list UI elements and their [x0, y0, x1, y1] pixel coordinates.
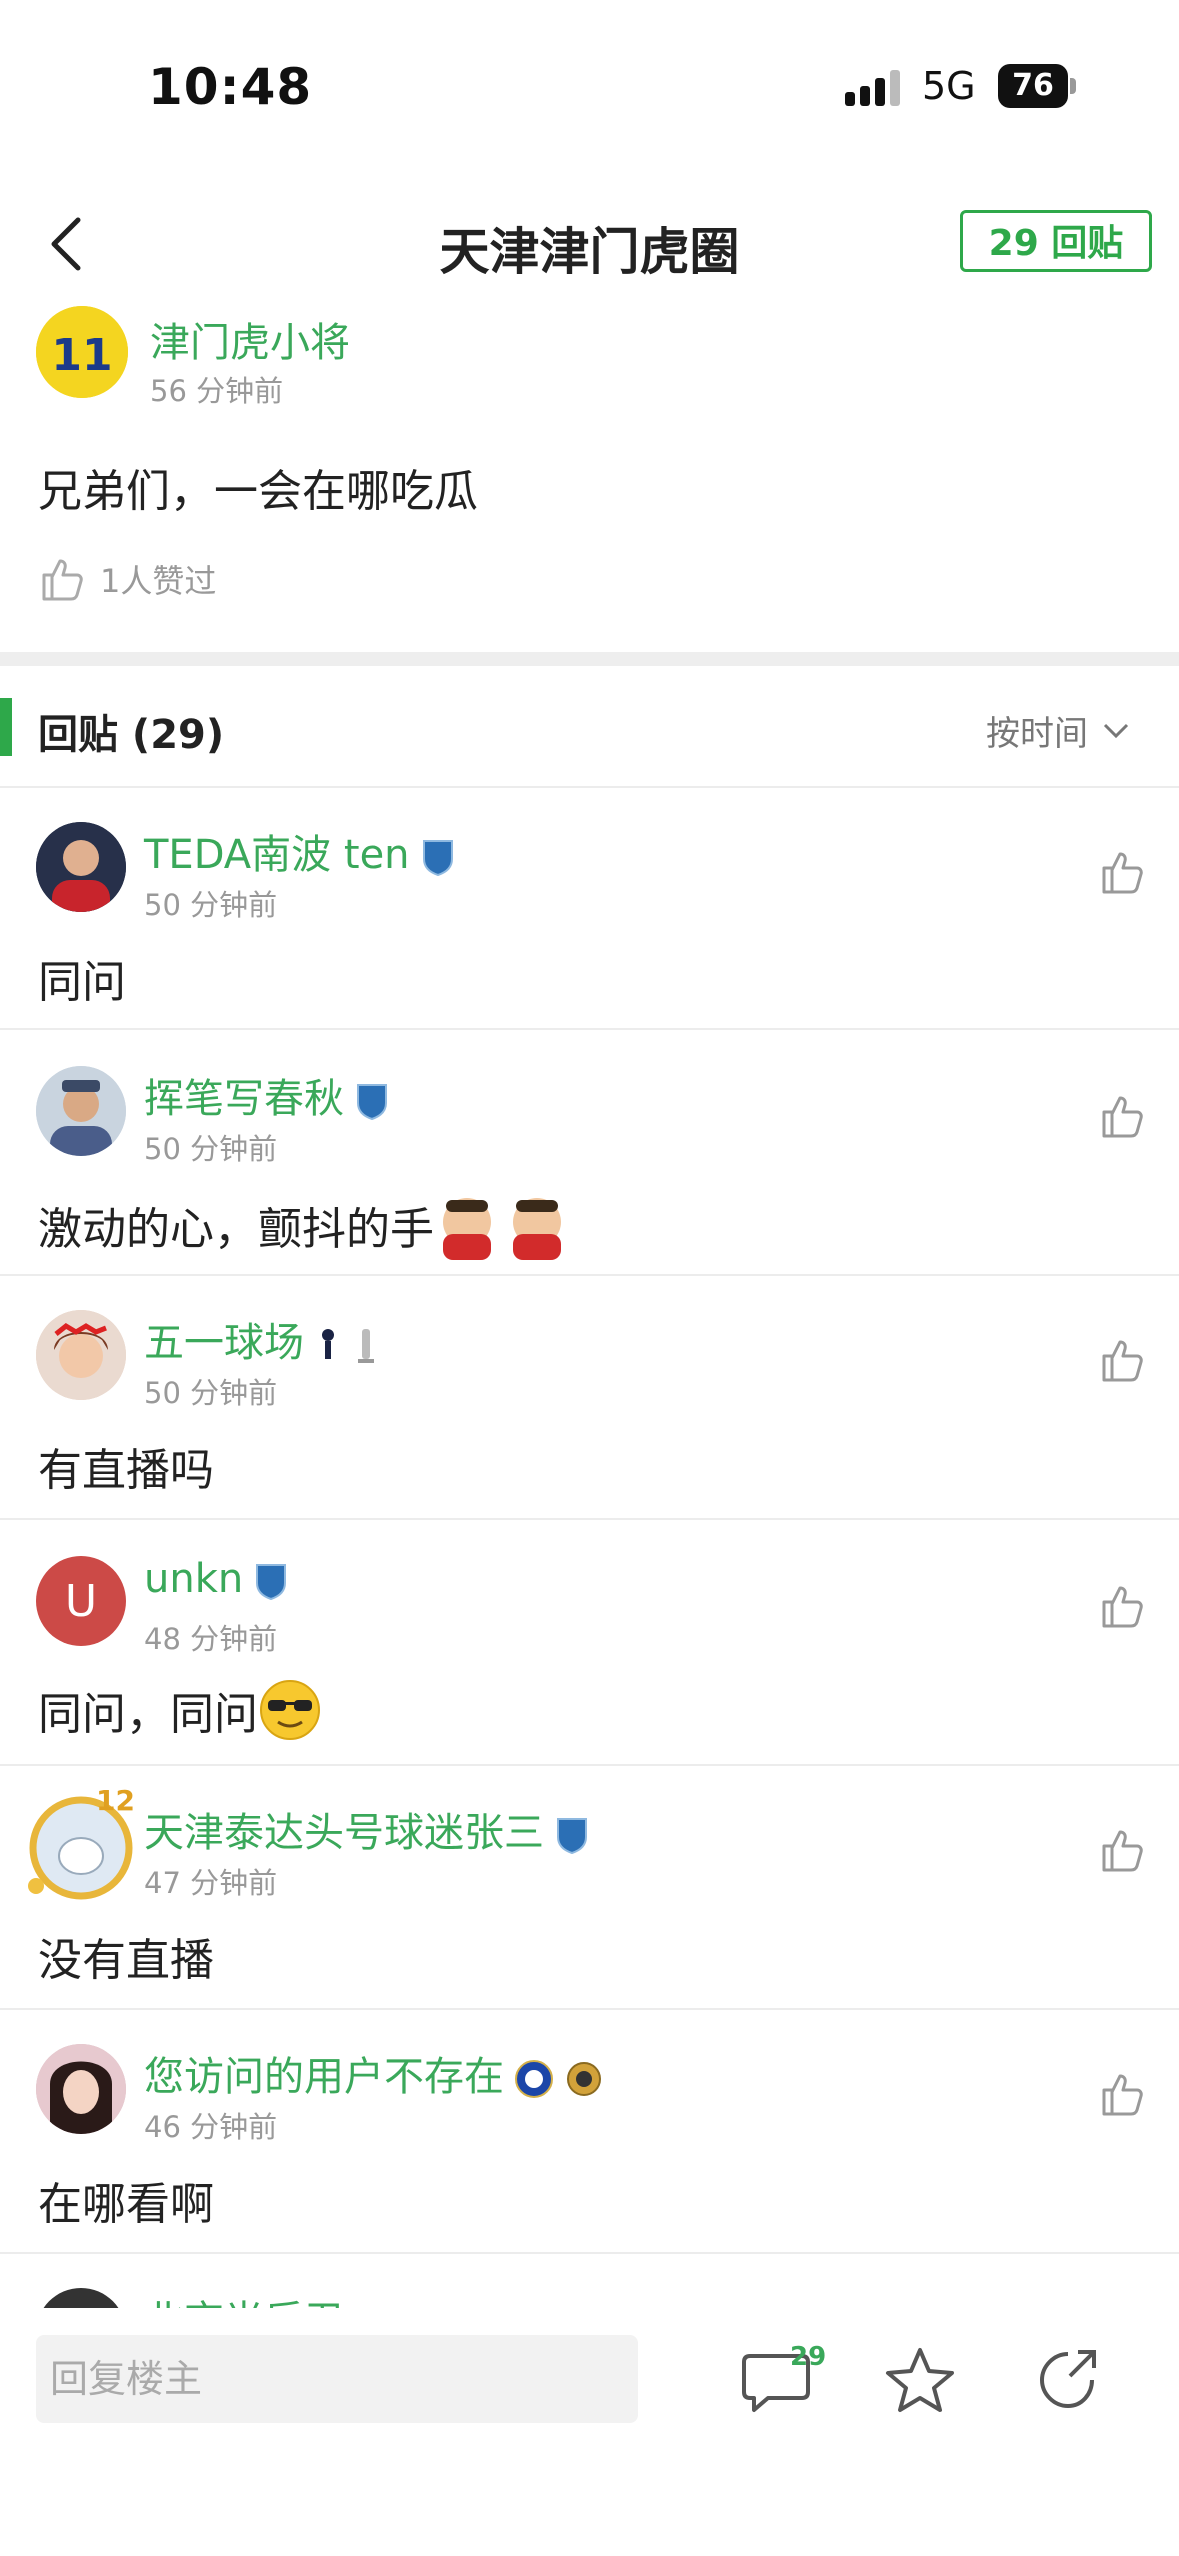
reply-content: 同问，同问: [38, 1678, 322, 1742]
section-divider: [0, 652, 1179, 666]
replies-title: 回贴 (29): [38, 712, 225, 758]
sunglasses-emoji-icon: [260, 1680, 320, 1740]
signal-icon: [845, 70, 901, 106]
avatar-level-badge: 12: [96, 1784, 135, 1817]
team-badge-icon: [557, 1818, 587, 1855]
reply-time: 48 分钟前: [144, 1622, 278, 1656]
reply-time: 50 分钟前: [144, 888, 278, 922]
reply-author-name[interactable]: 挥笔写春秋: [144, 1066, 390, 1124]
reply-avatar-frame[interactable]: 12: [26, 1784, 136, 1900]
like-icon[interactable]: [1098, 2070, 1146, 2118]
divider: [0, 1764, 1179, 1766]
post-like-count: 1人赞过: [100, 562, 217, 600]
star-icon[interactable]: [880, 2340, 960, 2420]
spurs-badge-icon: [322, 1329, 334, 1359]
like-icon[interactable]: [1098, 1336, 1146, 1384]
reply-content: 激动的心，颤抖的手: [38, 1190, 574, 1260]
reply-author-name[interactable]: 您访问的用户不存在: [144, 2044, 604, 2102]
chelsea-badge-icon: [515, 2060, 553, 2098]
divider: [0, 1274, 1179, 1276]
trophy-icon: [358, 1329, 374, 1363]
battery-icon: 76: [998, 64, 1068, 108]
reply-partial: 北京光后卫: [0, 2278, 1179, 2308]
reply-time: 50 分钟前: [144, 1376, 278, 1410]
share-icon[interactable]: [1028, 2340, 1108, 2420]
reply-content: 没有直播: [38, 1935, 214, 1986]
reply-author-name[interactable]: unkn: [144, 1556, 289, 1602]
post-author-name[interactable]: 津门虎小将: [150, 310, 350, 368]
reply-avatar[interactable]: [36, 1066, 126, 1156]
like-icon[interactable]: [1098, 1826, 1146, 1874]
reply-avatar[interactable]: [36, 1310, 126, 1400]
chevron-down-icon: [1103, 723, 1129, 738]
svg-text:11: 11: [51, 330, 112, 381]
reply-count-button[interactable]: 29 回贴: [960, 210, 1152, 272]
comment-count-badge: 29: [790, 2342, 827, 2372]
post-time: 56 分钟前: [150, 374, 284, 408]
like-icon[interactable]: [1098, 1092, 1146, 1140]
reply-input[interactable]: 回复楼主: [36, 2335, 638, 2423]
team-badge-icon: [357, 1084, 387, 1121]
sort-dropdown[interactable]: 按时间: [986, 706, 1130, 755]
reply-avatar[interactable]: U: [36, 1556, 126, 1646]
like-icon[interactable]: [1098, 1582, 1146, 1630]
divider: [0, 2008, 1179, 2010]
reply-content: 在哪看啊: [38, 2179, 214, 2230]
divider: [0, 1518, 1179, 1520]
post-author-avatar[interactable]: 11: [36, 306, 128, 398]
gold-medal-icon: [567, 2062, 601, 2096]
reply-time: 50 分钟前: [144, 1132, 278, 1166]
reply-author-name[interactable]: 五一球场: [144, 1310, 380, 1368]
avatar-letter: U: [64, 1575, 98, 1627]
divider: [0, 1028, 1179, 1030]
reply-avatar[interactable]: [36, 2044, 126, 2134]
team-badge-icon: [256, 1564, 287, 1601]
team-badge-icon: [422, 840, 453, 877]
sort-label: 按时间: [986, 714, 1088, 754]
divider: [0, 786, 1179, 788]
reply-time: 46 分钟前: [144, 2110, 278, 2144]
reply-author-name[interactable]: TEDA南波 ten: [144, 822, 456, 880]
reply-author-name[interactable]: 北京光后卫: [144, 2288, 344, 2308]
battery-tip: [1070, 78, 1076, 94]
network-type: 5G: [922, 64, 976, 108]
like-icon[interactable]: [1098, 848, 1146, 896]
reply-content: 同问: [38, 957, 126, 1008]
post-content: 兄弟们，一会在哪吃瓜: [38, 466, 478, 517]
thumbs-up-icon: [42, 559, 83, 601]
emoji-sticker-icon: [443, 1198, 561, 1260]
status-time: 10:48: [148, 58, 313, 116]
divider: [0, 2252, 1179, 2254]
post-like-row[interactable]: 1人赞过: [38, 555, 216, 603]
reply-avatar[interactable]: [36, 822, 126, 912]
section-accent-bar: [0, 698, 12, 756]
reply-content: 有直播吗: [38, 1445, 214, 1496]
reply-time: 47 分钟前: [144, 1866, 278, 1900]
reply-author-name[interactable]: 天津泰达头号球迷张三: [144, 1800, 590, 1858]
reply-avatar[interactable]: [36, 2288, 126, 2308]
